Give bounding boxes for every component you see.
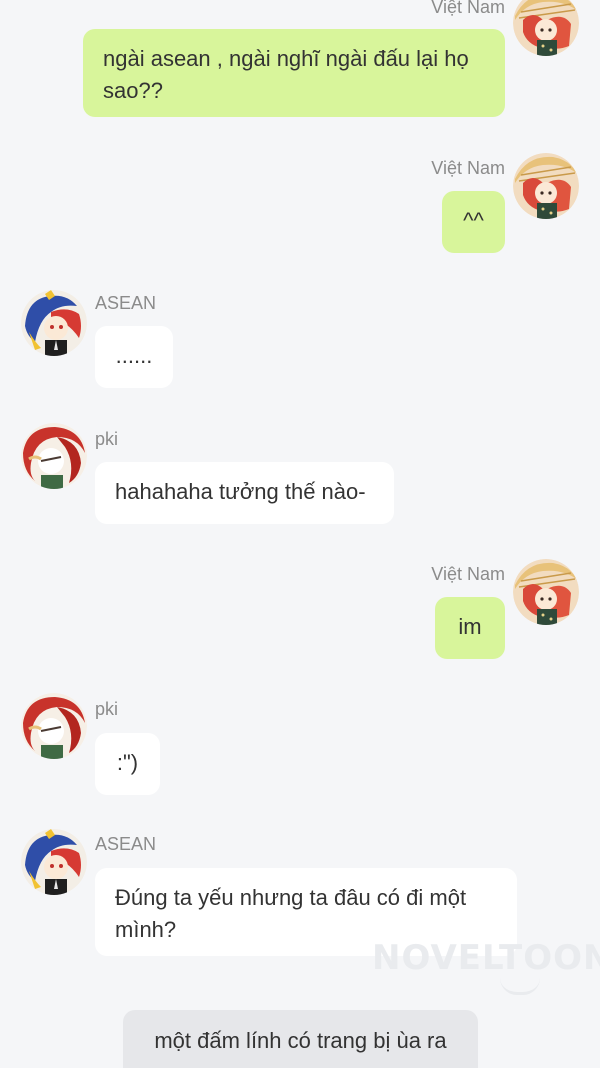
vietnam-avatar[interactable] (513, 559, 579, 625)
message-bubble-sent[interactable]: ^^ (442, 191, 505, 253)
vietnam-avatar[interactable] (513, 0, 579, 56)
vietnam-character-avatar-icon (513, 153, 579, 219)
pki-avatar[interactable] (21, 423, 87, 489)
sender-name: pki (95, 429, 119, 449)
asean-avatar[interactable] (21, 290, 87, 356)
asean-avatar[interactable] (21, 829, 87, 895)
vietnam-character-avatar-icon (513, 0, 579, 56)
asean-character-avatar-icon (21, 829, 87, 895)
asean-character-avatar-icon (21, 290, 87, 356)
vietnam-avatar[interactable] (513, 153, 579, 219)
message-bubble-sent[interactable]: im (435, 597, 505, 659)
sender-name: Việt Nam (431, 564, 505, 584)
pki-avatar[interactable] (21, 693, 87, 759)
pki-character-avatar-icon (21, 423, 87, 489)
chat-screen[interactable]: Việt Nam ngài asean , ngài nghĩ ngài đấu… (0, 0, 600, 1068)
message-bubble-received[interactable]: ...... (95, 326, 173, 388)
message-bubble-sent[interactable]: ngài asean , ngài nghĩ ngài đấu lại họ s… (83, 29, 505, 117)
sender-name: ASEAN (95, 834, 157, 854)
watermark-logo: NOVELTOON (372, 938, 600, 978)
sender-name: Việt Nam (431, 158, 505, 178)
sender-name: pki (95, 699, 119, 719)
message-bubble-received[interactable]: :") (95, 733, 160, 795)
vietnam-character-avatar-icon (513, 559, 579, 625)
sender-name: Việt Nam (431, 0, 505, 17)
watermark-swoosh (500, 978, 540, 995)
sender-name: ASEAN (95, 293, 157, 313)
pki-character-avatar-icon (21, 693, 87, 759)
message-bubble-received[interactable]: hahahaha tưởng thế nào- (95, 462, 394, 524)
narration-bubble[interactable]: một đấm lính có trang bị ùa ra (123, 1010, 478, 1068)
